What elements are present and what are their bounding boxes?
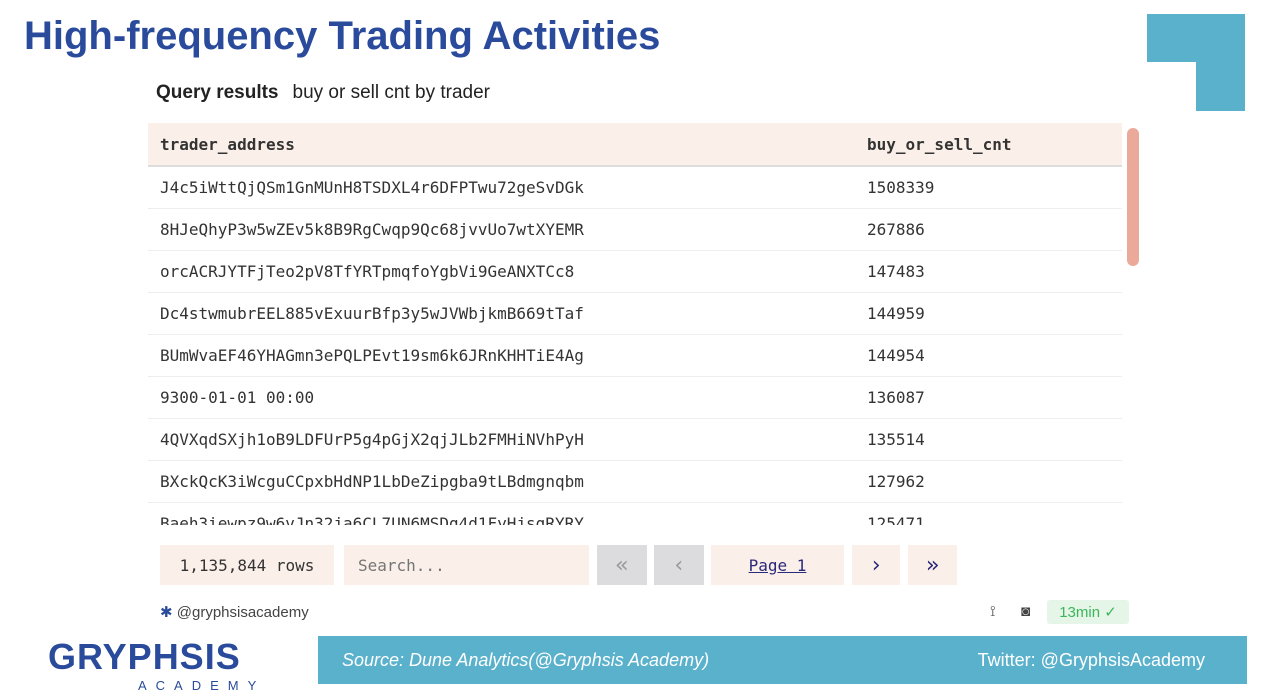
age-text: 13min bbox=[1059, 603, 1101, 621]
table-header: trader_address buy_or_sell_cnt bbox=[148, 123, 1122, 167]
refresh-age-badge: 13min ✓ bbox=[1047, 600, 1129, 624]
logo-name: GRYPHSIS bbox=[48, 636, 241, 677]
column-header-buy-or-sell-cnt[interactable]: buy_or_sell_cnt bbox=[855, 135, 1012, 154]
twitter-text: Twitter: @GryphsisAcademy bbox=[977, 649, 1205, 670]
prev-page-button[interactable]: ‹ bbox=[654, 545, 704, 585]
search-input[interactable] bbox=[344, 545, 589, 585]
table-row: BXckQcK3iWcguCCpxbHdNP1LbDeZipgba9tLBdmg… bbox=[148, 461, 1122, 503]
first-page-button[interactable]: « bbox=[597, 545, 647, 585]
buy-or-sell-cnt-cell: 144959 bbox=[867, 304, 925, 323]
query-name: buy or sell cnt by trader bbox=[292, 82, 490, 103]
table-row: J4c5iWttQjQSm1GnMUnH8TSDXL4r6DFPTwu72geS… bbox=[148, 167, 1122, 209]
source-text: Source: Dune Analytics(@Gryphsis Academy… bbox=[342, 649, 710, 670]
check-icon: ✓ bbox=[1104, 604, 1117, 621]
table-row: 9300-01-01 00:00 136087 bbox=[148, 377, 1122, 419]
fork-icon[interactable]: ⟟ bbox=[990, 603, 996, 620]
buy-or-sell-cnt-cell: 144954 bbox=[867, 346, 925, 365]
column-header-trader-address[interactable]: trader_address bbox=[148, 135, 855, 154]
trader-address-cell: 9300-01-01 00:00 bbox=[160, 388, 315, 407]
page-indicator[interactable]: Page 1 bbox=[711, 545, 844, 585]
logo: GRYPHSIS ACADEMY bbox=[48, 636, 265, 693]
table-row: Dc4stwmubrEEL885vExuurBfp3y5wJVWbjkmB669… bbox=[148, 293, 1122, 335]
buy-or-sell-cnt-cell: 267886 bbox=[867, 220, 925, 239]
trader-address-cell: Baeh3iewpz9w6vJn32ja6CL7UN6MSDg4d1FyHjsg… bbox=[160, 514, 584, 525]
source-banner: Source: Dune Analytics(@Gryphsis Academy… bbox=[318, 636, 1247, 684]
trader-address-cell: orcACRJYTFjTeo2pV8TfYRTpmqfoYgbVi9GeANXT… bbox=[160, 262, 575, 281]
author-icon: ✱ bbox=[160, 604, 173, 621]
table-row: 4QVXqdSXjh1oB9LDFUrP5g4pGjX2qjJLb2FMHiNV… bbox=[148, 419, 1122, 461]
trader-address-cell: 4QVXqdSXjh1oB9LDFUrP5g4pGjX2qjJLb2FMHiNV… bbox=[160, 430, 584, 449]
trader-address-cell: 8HJeQhyP3w5wZEv5k8B9RgCwqp9Qc68jvvUo7wtX… bbox=[160, 220, 584, 239]
trader-address-cell: BXckQcK3iWcguCCpxbHdNP1LbDeZipgba9tLBdmg… bbox=[160, 472, 584, 491]
corner-decoration bbox=[1196, 14, 1245, 111]
buy-or-sell-cnt-cell: 136087 bbox=[867, 388, 925, 407]
table-row: orcACRJYTFjTeo2pV8TfYRTpmqfoYgbVi9GeANXT… bbox=[148, 251, 1122, 293]
scrollbar[interactable] bbox=[1127, 128, 1139, 266]
trader-address-cell: J4c5iWttQjQSm1GnMUnH8TSDXL4r6DFPTwu72geS… bbox=[160, 178, 584, 197]
buy-or-sell-cnt-cell: 147483 bbox=[867, 262, 925, 281]
row-count: 1,135,844 rows bbox=[160, 545, 334, 585]
last-page-button[interactable]: » bbox=[908, 545, 957, 585]
results-table: trader_address buy_or_sell_cnt J4c5iWttQ… bbox=[148, 123, 1122, 525]
table-row: Baeh3iewpz9w6vJn32ja6CL7UN6MSDg4d1FyHjsg… bbox=[148, 503, 1122, 525]
logo-sub: ACADEMY bbox=[138, 678, 266, 693]
author-name: @gryphsisacademy bbox=[176, 604, 309, 621]
camera-icon[interactable]: ◙ bbox=[1021, 603, 1030, 620]
table-row: 8HJeQhyP3w5wZEv5k8B9RgCwqp9Qc68jvvUo7wtX… bbox=[148, 209, 1122, 251]
author[interactable]: ✱ @gryphsisacademy bbox=[160, 603, 309, 621]
table-row: BUmWvaEF46YHAGmn3ePQLPEvt19sm6k6JRnKHHTi… bbox=[148, 335, 1122, 377]
next-page-button[interactable]: › bbox=[852, 545, 900, 585]
buy-or-sell-cnt-cell: 1508339 bbox=[867, 178, 935, 197]
buy-or-sell-cnt-cell: 127962 bbox=[867, 472, 925, 491]
buy-or-sell-cnt-cell: 125471 bbox=[867, 514, 925, 525]
query-header: Query results buy or sell cnt by trader bbox=[156, 82, 490, 104]
query-label: Query results bbox=[156, 82, 279, 103]
trader-address-cell: Dc4stwmubrEEL885vExuurBfp3y5wJVWbjkmB669… bbox=[160, 304, 584, 323]
buy-or-sell-cnt-cell: 135514 bbox=[867, 430, 925, 449]
trader-address-cell: BUmWvaEF46YHAGmn3ePQLPEvt19sm6k6JRnKHHTi… bbox=[160, 346, 584, 365]
page-title: High-frequency Trading Activities bbox=[24, 14, 661, 58]
